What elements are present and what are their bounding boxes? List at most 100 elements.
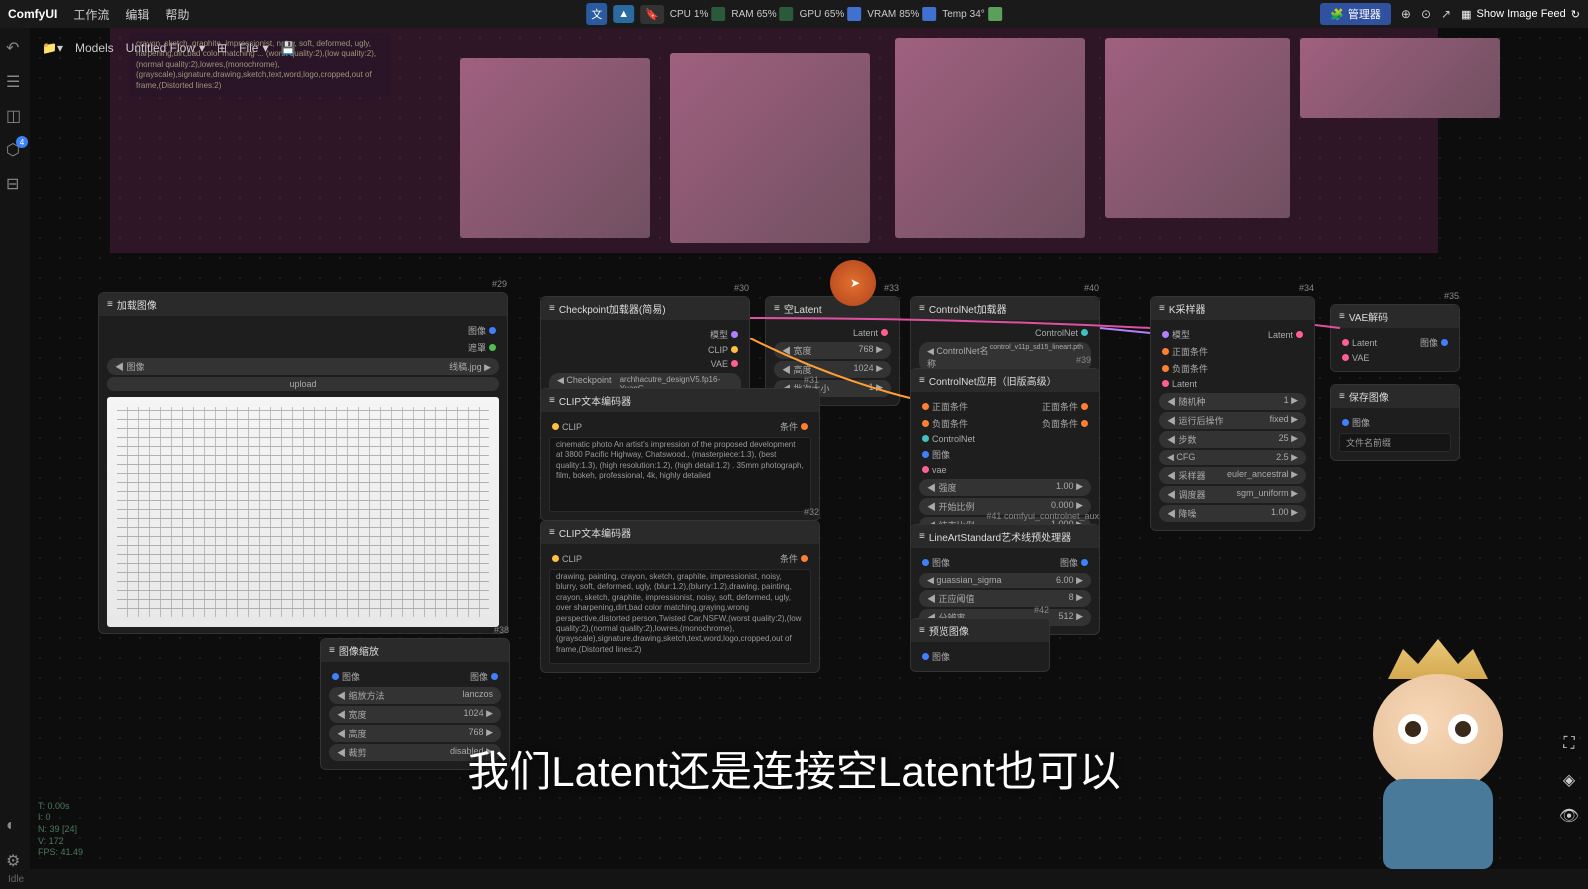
node-header[interactable]: ≡ 图像缩放 [321,639,509,662]
node-preview-image[interactable]: #42 ≡ 预览图像 图像 [910,618,1050,672]
locate-icon[interactable]: ◈ [1556,767,1582,793]
node-vae-decode[interactable]: #35 ≡ VAE解码 Latent图像 VAE [1330,304,1460,372]
share-icon[interactable]: ↗ [1441,7,1451,21]
node-header[interactable]: ≡ LineArtStandard艺术线预处理器 [911,525,1099,548]
node-icon[interactable]: ⬡4 [6,140,24,158]
ram-monitor: RAM65% [731,7,793,21]
seed-widget[interactable]: ◀ 随机种1 ▶ [1159,393,1306,410]
prefix-field[interactable]: 文件名前缀 [1339,433,1451,452]
node-tag: #39 [1076,355,1091,365]
topbar: ComfyUI 工作流 编辑 帮助 文 ▲ 🔖 CPU1% RAM65% GPU… [0,0,1588,28]
node-header[interactable]: ≡ CLIP文本编码器 [541,389,819,412]
node-save-image[interactable]: ≡ 保存图像 图像 文件名前缀 [1330,384,1460,461]
node-header[interactable]: ≡ K采样器 [1151,297,1314,320]
node-tag: #38 [494,625,509,635]
models-button[interactable]: Models [75,41,114,55]
upload-button[interactable]: upload [107,377,499,391]
node-header[interactable]: ≡ 保存图像 [1331,385,1459,408]
flow-title[interactable]: Untitled Flow ▾ [126,41,205,55]
steps-widget[interactable]: ◀ 步数25 ▶ [1159,431,1306,448]
sidebar: ↶ ☰ ◫ ⬡4 ⊟ ◐ ⚙ [0,28,30,869]
image-select[interactable]: ◀ 图像线稿.jpg ▶ [107,358,499,375]
visibility-icon[interactable]: 👁 [1556,803,1582,829]
theme-icon[interactable]: ◐ [6,817,24,835]
subbar: 📁▾ Models Untitled Flow ▾ ⊞ File ▾ 💾 [30,28,307,68]
prompt-text[interactable]: cinematic photo An artist's impression o… [549,437,811,512]
menu-edit[interactable]: 编辑 [125,6,149,23]
fit-view-icon[interactable]: ⊙ [1421,7,1431,21]
node-header[interactable]: ≡ 空Latent [766,297,899,320]
node-header[interactable]: ≡ Checkpoint加载器(简易) [541,297,749,320]
node-clip-encode-pos[interactable]: #31 ≡ CLIP文本编码器 CLIP条件 cinematic photo A… [540,388,820,521]
sigma-widget[interactable]: ◀ guassian_sigma6.00 ▶ [919,573,1091,588]
file-menu[interactable]: File ▾ [239,41,268,55]
gpu-monitor: GPU65% [800,7,862,21]
node-tag: #31 [804,375,819,385]
image-preview-5 [1300,38,1500,118]
topbar-menu: ComfyUI 工作流 编辑 帮助 [8,6,189,23]
topbar-right: 🧩 管理器 ⊕ ⊙ ↗ ▦ Show Image Feed ↻ [1320,3,1580,25]
image-preview-4 [1105,38,1290,218]
subtitle-text: 我们Latent还是连接空Latent也可以 [467,738,1121,799]
node-tag: #33 [884,283,899,293]
image-preview-2 [670,53,870,243]
reset-view-icon[interactable]: ⊕ [1401,7,1411,21]
node-tag: #40 [1084,283,1099,293]
expand-icon[interactable]: ⛶ [1556,731,1582,757]
tree-icon[interactable]: ⊟ [6,174,24,192]
prompt-text[interactable]: drawing, painting, crayon, sketch, graph… [549,569,811,664]
cursor-icon: ➤ [850,276,860,290]
node-tag: #34 [1299,283,1314,293]
ctrl-widget[interactable]: ◀ 运行后操作fixed ▶ [1159,412,1306,429]
denoise-widget[interactable]: ◀ 降噪1.00 ▶ [1159,505,1306,522]
image-preview-3 [895,38,1085,238]
status-text: Idle [8,874,24,885]
vram-monitor: VRAM85% [867,7,936,21]
menu-help[interactable]: 帮助 [165,6,189,23]
app-name: ComfyUI [8,7,57,21]
node-tag: #35 [1444,291,1459,301]
cpu-monitor: CPU1% [670,7,726,21]
node-tag: #42 [1034,605,1049,615]
topbar-center: 文 ▲ 🔖 CPU1% RAM65% GPU65% VRAM85% Temp34… [586,3,1002,25]
width-widget[interactable]: ◀ 宽度1024 ▶ [329,706,501,723]
folder-button[interactable]: 📁▾ [42,41,63,55]
cube-icon[interactable]: ◫ [6,106,24,124]
node-tag: #29 [492,279,507,289]
method-widget[interactable]: ◀ 缩放方法lanczos [329,687,501,704]
canvas-controls: ⛶ ◈ 👁 [1556,731,1582,829]
width-widget[interactable]: ◀ 宽度768 ▶ [774,342,891,359]
bookmark-button[interactable]: 🔖 [640,5,664,24]
node-header[interactable]: ≡ 预览图像 [911,619,1049,642]
node-header[interactable]: ≡ CLIP文本编码器 [541,521,819,544]
node-header[interactable]: ≡ 加载图像 [99,293,507,316]
node-tag: #41 comfyui_controlnet_aux [986,511,1099,521]
cfg-widget[interactable]: ◀ CFG2.5 ▶ [1159,450,1306,465]
statusbar: Idle [0,869,1588,889]
node-header[interactable]: ≡ ControlNet加载器 [911,297,1099,320]
node-header[interactable]: ≡ VAE解码 [1331,305,1459,328]
undo-icon[interactable]: ↶ [6,38,24,56]
sampler-widget[interactable]: ◀ 采样器euler_ancestral ▶ [1159,467,1306,484]
translate-button[interactable]: 文 [586,3,607,25]
image-feed-button[interactable]: ▦ Show Image Feed ↻ [1461,8,1580,21]
tool-button[interactable]: ▲ [613,5,634,23]
node-load-image[interactable]: #29 ≡ 加载图像 图像 遮罩 ◀ 图像线稿.jpg ▶ upload [98,292,508,634]
node-ksampler[interactable]: #34 ≡ K采样器 模型Latent 正面条件 负面条件 Latent ◀ 随… [1150,296,1315,531]
grid-icon[interactable]: ⊞ [217,41,227,55]
node-clip-encode-neg[interactable]: #32 ≡ CLIP文本编码器 CLIP条件 drawing, painting… [540,520,820,673]
list-icon[interactable]: ☰ [6,72,24,90]
image-preview-1 [460,58,650,238]
menu-workflow[interactable]: 工作流 [73,6,109,23]
node-header[interactable]: ≡ ControlNet应用（旧版高级） [911,369,1099,392]
sched-widget[interactable]: ◀ 调度器sgm_uniform ▶ [1159,486,1306,503]
save-icon[interactable]: 💾 [280,41,295,55]
image-preview [107,397,499,627]
settings-icon[interactable]: ⚙ [6,851,24,869]
strength-widget[interactable]: ◀ 强度1.00 ▶ [919,479,1091,496]
temp-monitor: Temp34° [942,7,1002,21]
thresh-widget[interactable]: ◀ 正应阈值8 ▶ [919,590,1091,607]
manager-button[interactable]: 🧩 管理器 [1320,3,1391,25]
height-widget[interactable]: ◀ 高度1024 ▶ [774,361,891,378]
node-tag: #30 [734,283,749,293]
